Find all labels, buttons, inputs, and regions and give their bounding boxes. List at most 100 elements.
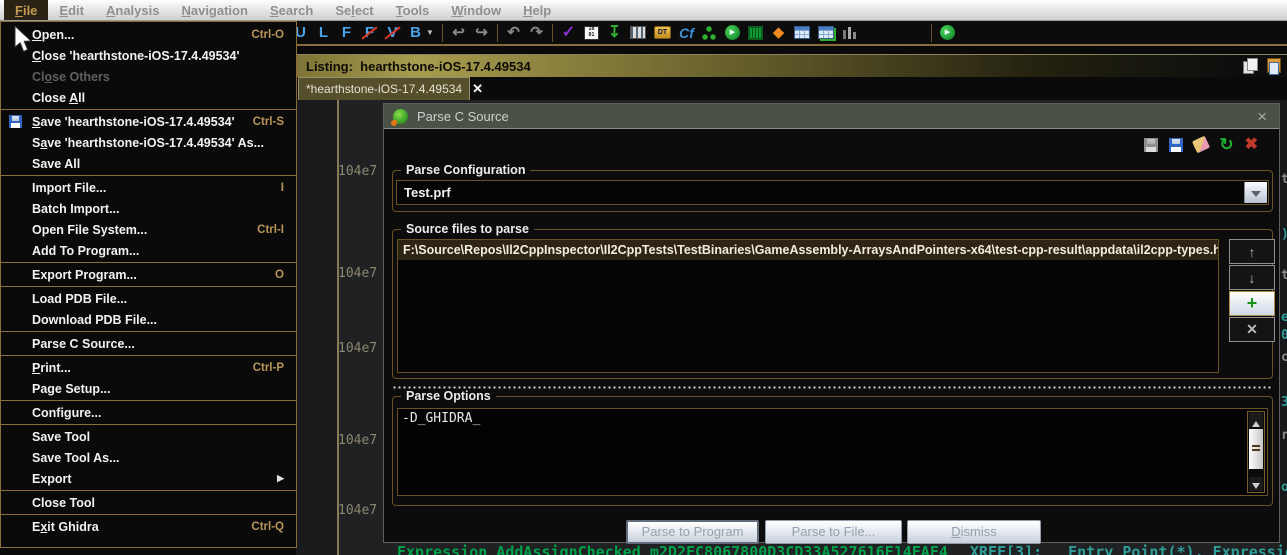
menu-item-save-hearthstone-ios-17-4-49534-as[interactable]: Save 'hearthstone-iOS-17.4.49534' As...	[1, 132, 296, 153]
menu-item-save-all[interactable]: Save All	[1, 153, 296, 174]
listing-edge-char: 3	[1281, 395, 1287, 410]
menu-analysis[interactable]: Analysis	[95, 0, 170, 20]
symbol-table-icon[interactable]	[794, 26, 810, 39]
move-down-button[interactable]: ↓	[1229, 265, 1275, 290]
bytes-viewer-icon[interactable]: 10 01	[584, 26, 599, 40]
tab-hearthstone[interactable]: *hearthstone-iOS-17.4.49534 ✕	[298, 77, 470, 100]
source-file-row[interactable]: F:\Source\Repos\Il2CppInspector\Il2CppTe…	[398, 240, 1218, 260]
disassembly-line: Expression_AddAssignChecked_m2D2FC806780…	[397, 543, 1287, 555]
menu-item-load-pdb-file[interactable]: Load PDB File...	[1, 288, 296, 309]
nav-out-icon[interactable]: ↪	[474, 25, 489, 41]
menu-separator	[1, 424, 296, 425]
remove-file-button[interactable]: ✕	[1229, 317, 1275, 342]
listing-header[interactable]: Listing: hearthstone-iOS-17.4.49534	[296, 54, 1287, 77]
run-analysis-icon[interactable]: ▶	[725, 25, 740, 40]
validate-icon[interactable]: ✓	[561, 25, 576, 41]
scroll-up-icon[interactable]	[1249, 413, 1263, 427]
menu-item-page-setup[interactable]: Page Setup...	[1, 378, 296, 399]
menu-item-save-tool[interactable]: Save Tool	[1, 426, 296, 447]
tab-bar: *hearthstone-iOS-17.4.49534 ✕	[296, 77, 1287, 100]
menu-item-import-file[interactable]: Import File...I	[1, 177, 296, 198]
menu-item-download-pdb-file[interactable]: Download PDB File...	[1, 309, 296, 330]
copy-icon[interactable]	[1247, 58, 1258, 71]
diamond-icon[interactable]: ◆	[771, 25, 786, 41]
options-scrollbar[interactable]	[1247, 411, 1265, 493]
variable-style-off-icon[interactable]: V	[385, 25, 400, 41]
source-files-list[interactable]: F:\Source\Repos\Il2CppInspector\Il2CppTe…	[397, 239, 1219, 373]
menu-item-export-program[interactable]: Export Program...O	[1, 264, 296, 285]
parse-to-file-button[interactable]: Parse to File...	[765, 520, 902, 544]
undo-icon[interactable]: ↶	[506, 25, 521, 41]
menu-item-label: Save 'hearthstone-iOS-17.4.49534' As...	[32, 136, 264, 150]
menu-tools[interactable]: Tools	[385, 0, 441, 20]
memory-map-icon[interactable]	[748, 26, 763, 40]
menu-item-label: Import File...	[32, 181, 106, 195]
redo-icon[interactable]: ↷	[529, 25, 544, 41]
add-file-button[interactable]: +	[1229, 291, 1275, 316]
menu-window[interactable]: Window	[440, 0, 512, 20]
menu-item-batch-import[interactable]: Batch Import...	[1, 198, 296, 219]
menu-item-close-all[interactable]: Close All	[1, 87, 296, 108]
listing-edge-char: t	[1281, 172, 1287, 187]
menu-navigation[interactable]: Navigation	[170, 0, 258, 20]
menu-item-open-file-system[interactable]: Open File System...Ctrl-I	[1, 219, 296, 240]
menu-item-exit-ghidra[interactable]: Exit GhidraCtrl-Q	[1, 516, 296, 537]
dialog-title-bar[interactable]: Parse C Source ×	[384, 104, 1279, 129]
menu-separator	[1, 331, 296, 332]
save-profile-icon[interactable]	[1144, 138, 1158, 152]
listing-edge-char: r	[1281, 428, 1287, 443]
menu-search[interactable]: Search	[259, 0, 324, 20]
function-graph-icon[interactable]	[630, 26, 646, 39]
scroll-thumb[interactable]	[1249, 429, 1263, 469]
byte-style-icon[interactable]: B	[408, 25, 423, 41]
paste-icon[interactable]	[1267, 58, 1281, 73]
menu-file[interactable]: File	[4, 0, 48, 20]
save-profile-as-icon[interactable]	[1169, 138, 1183, 152]
splitter-handle[interactable]	[392, 385, 1271, 391]
style-dropdown-caret-icon[interactable]: ▼	[426, 25, 434, 41]
menu-bar: FileEditAnalysisNavigationSearchSelectTo…	[0, 0, 1287, 21]
menu-item-parse-c-source[interactable]: Parse C Source...	[1, 333, 296, 354]
chart-icon[interactable]	[842, 26, 857, 39]
dismiss-button[interactable]: Dismiss	[907, 520, 1041, 544]
menu-item-close-tool[interactable]: Close Tool	[1, 492, 296, 513]
combo-dropdown-icon[interactable]	[1244, 182, 1267, 203]
menu-item-label: Exit Ghidra	[32, 520, 99, 534]
parse-configuration-combo[interactable]: Test.prf	[396, 180, 1269, 205]
clear-profile-icon[interactable]	[1192, 136, 1210, 154]
symbol-tree-icon[interactable]	[702, 26, 717, 40]
symbol-references-icon[interactable]	[818, 26, 834, 39]
nav-in-icon[interactable]: ↩	[451, 25, 466, 41]
menu-item-close-others: Close Others	[1, 66, 296, 87]
import-results-icon[interactable]: ↧	[607, 25, 622, 41]
tab-close-icon[interactable]: ✕	[472, 81, 483, 97]
move-up-button[interactable]: ↑	[1229, 239, 1275, 264]
refresh-icon[interactable]: ↻	[1219, 136, 1233, 153]
menu-item-configure[interactable]: Configure...	[1, 402, 296, 423]
menu-item-add-to-program[interactable]: Add To Program...	[1, 240, 296, 261]
menu-select[interactable]: Select	[324, 0, 384, 20]
dialog-close-icon[interactable]: ×	[1257, 108, 1270, 125]
script-manager-run-icon[interactable]: ▶	[940, 25, 955, 40]
menu-item-label: Save 'hearthstone-iOS-17.4.49534'	[32, 115, 235, 129]
label-style-icon[interactable]: L	[316, 25, 331, 41]
menu-item-save-tool-as[interactable]: Save Tool As...	[1, 447, 296, 468]
menu-item-export[interactable]: Export▶	[1, 468, 296, 489]
menu-item-label: Page Setup...	[32, 382, 111, 396]
parse-to-program-button[interactable]: Parse to Program	[626, 520, 759, 544]
c-parser-icon[interactable]: Cf	[679, 25, 694, 41]
function-style-icon[interactable]: F	[339, 25, 354, 41]
menu-help[interactable]: Help	[512, 0, 562, 20]
data-type-manager-icon[interactable]: DT	[654, 26, 671, 39]
listing-edge-char: )	[1281, 227, 1287, 242]
delete-profile-icon[interactable]: ✖	[1245, 137, 1258, 153]
menu-edit[interactable]: Edit	[48, 0, 95, 20]
menu-item-shortcut: Ctrl-I	[257, 224, 284, 236]
function-style-off-icon[interactable]: F	[362, 25, 377, 41]
menu-item-close-hearthstone-ios-17-4-49534[interactable]: Close 'hearthstone-iOS-17.4.49534'	[1, 45, 296, 66]
menu-item-save-hearthstone-ios-17-4-49534[interactable]: Save 'hearthstone-iOS-17.4.49534'Ctrl-S	[1, 111, 296, 132]
scroll-down-icon[interactable]	[1249, 477, 1263, 491]
menu-item-print[interactable]: Print...Ctrl-P	[1, 357, 296, 378]
parse-options-textarea[interactable]: -D_GHIDRA_	[397, 408, 1268, 496]
menu-item-open[interactable]: Open...Ctrl-O	[1, 24, 296, 45]
